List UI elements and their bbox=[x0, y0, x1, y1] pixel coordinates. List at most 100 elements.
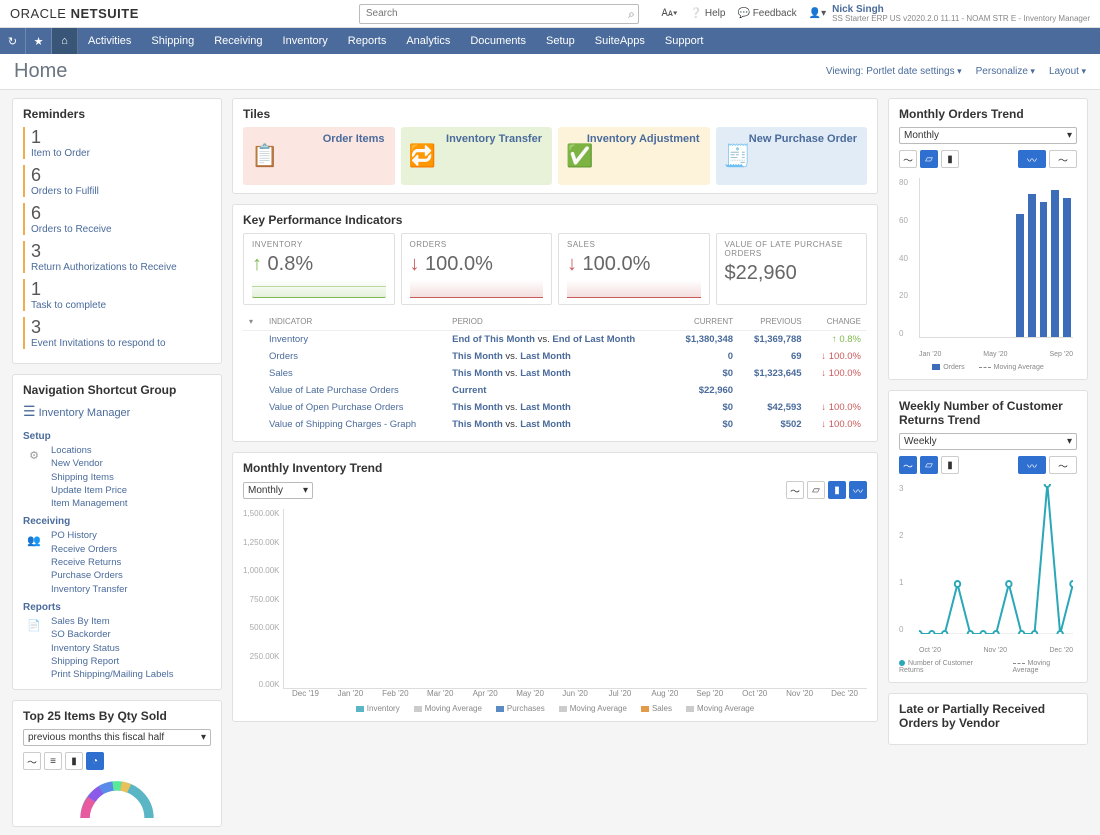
kpi-row[interactable]: Value of Late Purchase OrdersCurrent$22,… bbox=[243, 382, 867, 399]
reminder-item[interactable]: 6Orders to Fulfill bbox=[23, 165, 211, 197]
nav-activities[interactable]: Activities bbox=[78, 28, 141, 54]
nav-support[interactable]: Support bbox=[655, 28, 714, 54]
inventory-manager-link[interactable]: Inventory Manager bbox=[39, 407, 131, 419]
nav-documents[interactable]: Documents bbox=[460, 28, 536, 54]
nav-shortcut-panel: Navigation Shortcut Group ☰ Inventory Ma… bbox=[12, 374, 222, 690]
reminder-item[interactable]: 1Task to complete bbox=[23, 279, 211, 311]
monthly-orders-dropdown[interactable]: Monthly▾ bbox=[899, 127, 1077, 144]
weekly-returns-title: Weekly Number of Customer Returns Trend bbox=[899, 399, 1077, 427]
weekly-returns-dropdown[interactable]: Weekly▾ bbox=[899, 433, 1077, 450]
monthly-inventory-title: Monthly Inventory Trend bbox=[243, 461, 867, 475]
nav-link[interactable]: Receive Orders bbox=[51, 543, 128, 556]
help-link[interactable]: ❔ Help bbox=[690, 8, 726, 19]
order-bar[interactable] bbox=[1016, 214, 1024, 337]
kpi-row[interactable]: OrdersThis Month vs. Last Month069↓ 100.… bbox=[243, 348, 867, 365]
reminder-item[interactable]: 3Event Invitations to respond to bbox=[23, 317, 211, 349]
nav-link[interactable]: Shipping Report bbox=[51, 655, 174, 668]
chart-bar-btn[interactable]: ▮ bbox=[828, 481, 846, 499]
nav-section-label: Receiving bbox=[23, 516, 211, 527]
tile-inventory-transfer[interactable]: 🔁Inventory Transfer bbox=[401, 127, 553, 185]
home-icon[interactable]: ⌂ bbox=[52, 28, 78, 54]
kpi-row[interactable]: InventoryEnd of This Month vs. End of La… bbox=[243, 331, 867, 349]
nav-link[interactable]: Shipping Items bbox=[51, 471, 128, 484]
chart-alt-btn[interactable]: 〜 bbox=[1049, 150, 1077, 168]
search-input[interactable] bbox=[359, 4, 639, 24]
search-icon[interactable]: ⌕ bbox=[628, 7, 635, 22]
chart-area-btn[interactable]: ▱ bbox=[920, 456, 938, 474]
nav-link[interactable]: Item Management bbox=[51, 497, 128, 510]
nav-suiteapps[interactable]: SuiteApps bbox=[585, 28, 655, 54]
monthly-inv-dropdown[interactable]: Monthly▾ bbox=[243, 482, 313, 499]
chart-trend-btn[interactable]: 〰 bbox=[1018, 456, 1046, 474]
nav-inventory[interactable]: Inventory bbox=[273, 28, 338, 54]
kpi-row[interactable]: Value of Open Purchase OrdersThis Month … bbox=[243, 399, 867, 416]
nav-receiving[interactable]: Receiving bbox=[204, 28, 272, 54]
page-title: Home bbox=[14, 60, 67, 83]
chart-line-btn[interactable]: 〜 bbox=[899, 456, 917, 474]
reminder-item[interactable]: 3Return Authorizations to Receive bbox=[23, 241, 211, 273]
chart-alt-btn[interactable]: 〜 bbox=[1049, 456, 1077, 474]
chart-bar-btn[interactable]: ▮ bbox=[941, 456, 959, 474]
nav-link[interactable]: Receive Returns bbox=[51, 556, 128, 569]
chart-type-line-btn[interactable]: 〜 bbox=[23, 752, 41, 770]
nav-link[interactable]: Update Item Price bbox=[51, 484, 128, 497]
kpi-card[interactable]: SALES 100.0% bbox=[558, 233, 710, 305]
menu-icon: ☰ bbox=[23, 403, 36, 419]
reminders-panel: Reminders 1Item to Order6Orders to Fulfi… bbox=[12, 98, 222, 364]
feedback-link[interactable]: 💬 Feedback bbox=[737, 8, 796, 19]
order-bar[interactable] bbox=[1063, 198, 1071, 337]
nav-section-label: Setup bbox=[23, 431, 211, 442]
chart-area-btn[interactable]: ▱ bbox=[920, 150, 938, 168]
chart-type-pie-btn[interactable]: ◔ bbox=[86, 752, 104, 770]
nav-analytics[interactable]: Analytics bbox=[396, 28, 460, 54]
tile-order-items[interactable]: 📋Order Items bbox=[243, 127, 395, 185]
chart-line-btn[interactable]: 〜 bbox=[899, 150, 917, 168]
chevron-down-icon: ▾ bbox=[201, 732, 206, 743]
layout-link[interactable]: Layout bbox=[1049, 66, 1086, 77]
user-name: Nick Singh bbox=[832, 4, 1090, 15]
chart-area-btn[interactable]: ▱ bbox=[807, 481, 825, 499]
nav-link[interactable]: New Vendor bbox=[51, 457, 128, 470]
nav-link[interactable]: PO History bbox=[51, 529, 128, 542]
order-bar[interactable] bbox=[1028, 194, 1036, 337]
nav-link[interactable]: Purchase Orders bbox=[51, 569, 128, 582]
reminder-item[interactable]: 6Orders to Receive bbox=[23, 203, 211, 235]
late-orders-title: Late or Partially Received Orders by Ven… bbox=[899, 702, 1077, 730]
kpi-card[interactable]: VALUE OF LATE PURCHASE ORDERS $22,960 bbox=[716, 233, 868, 305]
top25-dropdown[interactable]: previous months this fiscal half▾ bbox=[23, 729, 211, 746]
kpi-card[interactable]: INVENTORY 0.8% bbox=[243, 233, 395, 305]
chart-line-btn[interactable]: 〜 bbox=[786, 481, 804, 499]
chart-type-list-btn[interactable]: ≡ bbox=[44, 752, 62, 770]
user-menu[interactable]: 👤▾ Nick Singh SS Starter ERP US v2020.2.… bbox=[809, 4, 1090, 24]
nav-link[interactable]: Inventory Transfer bbox=[51, 583, 128, 596]
nav-link[interactable]: Locations bbox=[51, 444, 128, 457]
order-bar[interactable] bbox=[1051, 190, 1059, 337]
chart-trend-btn[interactable]: 〰 bbox=[849, 481, 867, 499]
chart-bar-btn[interactable]: ▮ bbox=[941, 150, 959, 168]
star-icon[interactable]: ★ bbox=[26, 28, 52, 54]
kpi-row[interactable]: Value of Shipping Charges - GraphThis Mo… bbox=[243, 416, 867, 433]
recent-icon[interactable]: ↻ bbox=[0, 28, 26, 54]
tile-inventory-adjustment[interactable]: ✅Inventory Adjustment bbox=[558, 127, 710, 185]
viewing-link[interactable]: Viewing: Portlet date settings bbox=[826, 66, 962, 77]
nav-link[interactable]: Inventory Status bbox=[51, 642, 174, 655]
nav-setup[interactable]: Setup bbox=[536, 28, 585, 54]
order-bar[interactable] bbox=[1040, 202, 1048, 337]
chart-type-bar-btn[interactable]: ▮ bbox=[65, 752, 83, 770]
monthly-orders-title: Monthly Orders Trend bbox=[899, 107, 1077, 121]
collapse-icon[interactable]: ▾ bbox=[249, 317, 253, 326]
nav-link[interactable]: Print Shipping/Mailing Labels bbox=[51, 668, 174, 681]
kpi-card[interactable]: ORDERS 100.0% bbox=[401, 233, 553, 305]
transfer-icon: 🔁 bbox=[409, 143, 436, 169]
personalize-link[interactable]: Personalize bbox=[976, 66, 1035, 77]
nav-shipping[interactable]: Shipping bbox=[141, 28, 204, 54]
kpi-row[interactable]: SalesThis Month vs. Last Month$0$1,323,6… bbox=[243, 365, 867, 382]
chart-trend-btn[interactable]: 〰 bbox=[1018, 150, 1046, 168]
receipt-icon: 🧾 bbox=[724, 143, 751, 169]
nav-reports[interactable]: Reports bbox=[338, 28, 397, 54]
nav-link[interactable]: Sales By Item bbox=[51, 615, 174, 628]
language-icon[interactable]: 🗛▾ bbox=[661, 8, 677, 19]
tile-new-purchase-order[interactable]: 🧾New Purchase Order bbox=[716, 127, 868, 185]
reminder-item[interactable]: 1Item to Order bbox=[23, 127, 211, 159]
nav-link[interactable]: SO Backorder bbox=[51, 628, 174, 641]
